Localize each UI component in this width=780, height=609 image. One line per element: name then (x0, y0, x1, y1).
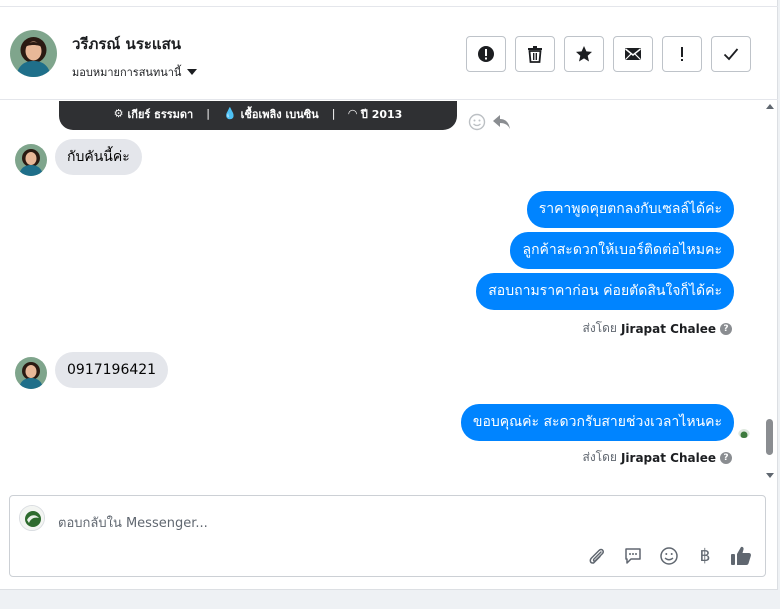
check-icon (723, 48, 739, 61)
payment-button[interactable]: ฿ (693, 544, 717, 568)
sent-by-prefix: ส่งโดย (582, 321, 617, 335)
paperclip-icon (589, 548, 604, 564)
help-icon[interactable]: ? (720, 322, 732, 335)
sent-by-agent: Jirapat Chalee (620, 450, 716, 465)
thumbs-up-icon (731, 546, 751, 565)
envelope-icon (625, 48, 641, 60)
assign-conversation-dropdown[interactable]: มอบหมายการสนทนานี้ (72, 63, 198, 81)
saved-replies-button[interactable] (621, 544, 645, 568)
mark-unread-button[interactable] (613, 36, 653, 72)
emoji-button[interactable] (657, 544, 681, 568)
card-divider: | (331, 107, 336, 120)
chat-bubble-icon (625, 548, 641, 564)
vehicle-info-card: ⚙ เกียร์ ธรรมดา | 💧 เชื้อเพลิง เบนซิน | … (59, 101, 457, 130)
star-icon (576, 46, 592, 62)
react-emoji-icon[interactable] (468, 113, 486, 131)
reply-composer[interactable]: ตอบกลับใน Messenger... ฿ (9, 495, 766, 577)
card-year: ปี 2013 (360, 107, 403, 121)
message-bubble-outgoing[interactable]: ราคาพูดคุยตกลงกับเซลล์ได้ค่ะ (526, 191, 734, 228)
fuel-drop-icon: 💧 (222, 107, 237, 120)
star-button[interactable] (564, 36, 604, 72)
scrollbar[interactable] (762, 101, 778, 481)
inbox-panel: วรีภรณ์ นระแสน มอบหมายการสนทนานี้ ⚙ เกีย… (0, 0, 778, 590)
exclamation-icon (681, 47, 683, 61)
page-avatar (19, 505, 45, 531)
conversation-header: วรีภรณ์ นระแสน มอบหมายการสนทนานี้ (0, 7, 778, 100)
reply-icon[interactable] (492, 113, 512, 131)
attachment-button[interactable] (585, 544, 609, 568)
card-fuel: เชื้อเพลิง เบนซิน (240, 107, 319, 121)
gauge-icon: ◠ (348, 107, 357, 120)
trash-icon (528, 46, 542, 63)
contact-name: วรีภรณ์ นระแสน (72, 35, 182, 53)
message-bubble-incoming[interactable]: กับคันนี้ค่ะ (55, 139, 142, 175)
sent-by-prefix: ส่งโดย (582, 450, 617, 464)
smiley-icon (660, 547, 678, 565)
delete-button[interactable] (515, 36, 555, 72)
gear-icon: ⚙ (113, 107, 124, 120)
card-gear: เกียร์ ธรรมดา (127, 107, 194, 121)
exclamation-circle-icon (478, 46, 494, 62)
message-thread[interactable]: ⚙ เกียร์ ธรรมดา | 💧 เชื้อเพลิง เบนซิน | … (0, 101, 762, 481)
like-button[interactable] (729, 544, 753, 568)
help-icon[interactable]: ? (720, 451, 732, 464)
contact-avatar-small[interactable] (15, 357, 47, 389)
contact-avatar-small[interactable] (15, 144, 47, 176)
seen-receipt-avatar (738, 426, 750, 438)
composer-toolbar: ฿ (585, 544, 753, 568)
message-bubble-incoming[interactable]: 0917196421 (55, 352, 169, 388)
sent-by-label: ส่งโดย Jirapat Chalee ? (582, 448, 732, 467)
mark-done-button[interactable] (711, 36, 751, 72)
caret-down-icon (187, 69, 198, 75)
baht-icon: ฿ (699, 546, 711, 566)
follow-up-button[interactable] (662, 36, 702, 72)
card-divider: | (206, 107, 210, 120)
scroll-down-arrow[interactable] (766, 473, 774, 478)
message-bubble-outgoing[interactable]: ลูกค้าสะดวกให้เบอร์ติดต่อไหมคะ (510, 232, 734, 269)
reply-input[interactable]: ตอบกลับใน Messenger... (58, 512, 208, 533)
sent-by-label: ส่งโดย Jirapat Chalee ? (582, 319, 732, 338)
message-bubble-outgoing[interactable]: ขอบคุณค่ะ สะดวกรับสายช่วงเวลาไหนคะ (460, 404, 734, 441)
scroll-up-arrow[interactable] (766, 104, 774, 109)
scrollbar-thumb[interactable] (766, 419, 773, 455)
assign-label: มอบหมายการสนทนานี้ (72, 66, 182, 79)
conversation-actions (466, 36, 751, 72)
sent-by-agent: Jirapat Chalee (620, 321, 716, 336)
contact-avatar[interactable] (10, 30, 57, 77)
message-bubble-outgoing[interactable]: สอบถามราคาก่อน ค่อยตัดสินใจก็ได้ค่ะ (476, 273, 734, 310)
spam-button[interactable] (466, 36, 506, 72)
